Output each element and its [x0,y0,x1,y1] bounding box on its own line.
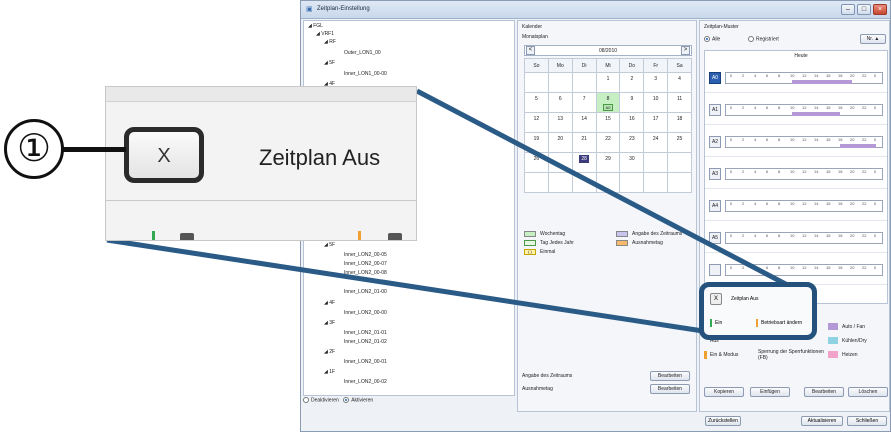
callout-legend-mode: Betriebsart ändern [761,320,803,326]
callout-line-top [415,88,799,293]
schedule-off-highlight: X Zeitplan Aus Ein Betriebsart ändern [699,282,817,340]
callout-number: ① [4,119,64,179]
on-indicator [710,319,712,327]
zoom-schedule-off-label: Zeitplan Aus [259,145,381,170]
zoom-partial-text-left [180,233,194,240]
zoom-schedule-off-button[interactable]: X [139,140,189,172]
mode-indicator [756,319,758,327]
schedule-off-small-label: Zeitplan Aus [731,296,759,302]
callout-line-bottom [106,237,704,334]
schedule-off-small-button[interactable]: X [710,293,722,305]
zoom-partial-text-right [388,233,402,240]
zoom-button-highlight: X [124,127,204,183]
zoom-top-strip [106,87,416,102]
zoom-inset: X Zeitplan Aus [105,86,417,241]
zoom-on-indicator [152,231,155,240]
callout-legend-on: Ein [715,320,723,326]
callout-pointer [62,147,126,152]
zoom-mode-indicator [358,231,361,240]
zoom-divider [106,200,416,201]
screenshot-canvas: ▣ Zeitplan-Einstellung – □ × ◢ FGL ◢ VRF… [0,0,891,432]
